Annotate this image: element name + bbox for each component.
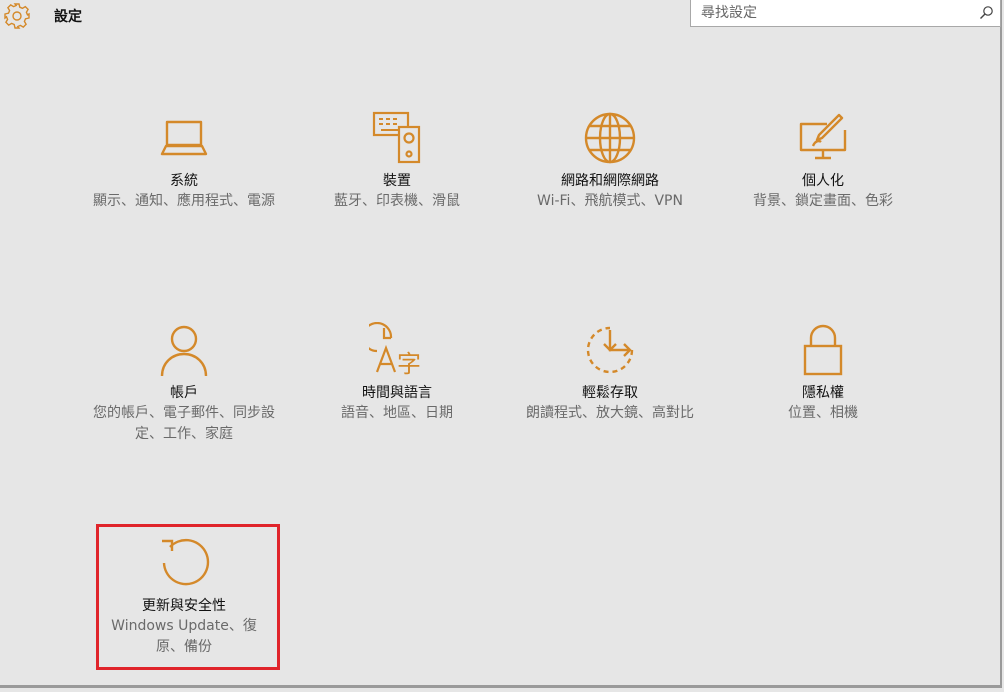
tile-title: 輕鬆存取 [582,385,638,401]
refresh-icon [162,538,210,586]
tile-title: 隱私權 [802,385,844,401]
lock-icon [803,324,843,376]
tile-description: 語音、地區、日期 [341,405,453,421]
tile-description: 您的帳戶、電子郵件、同步設定、工作、家庭 [93,405,275,442]
tile-privacy[interactable]: 隱私權 位置、相機 [723,322,923,424]
tile-title: 時間與語言 [362,385,432,401]
tile-devices[interactable]: 裝置 藍牙、印表機、滑鼠 [297,110,497,212]
tile-title: 個人化 [802,173,844,189]
ease-of-access-icon [586,326,634,374]
tile-system[interactable]: 系統 顯示、通知、應用程式、電源 [84,110,284,212]
app-title: 設定 [54,9,82,25]
search-input[interactable] [701,1,971,25]
person-icon [160,325,208,377]
laptop-icon [160,120,208,156]
tile-title: 帳戶 [170,385,198,401]
tile-description: 朗讀程式、放大鏡、高對比 [526,405,694,421]
tile-description: 背景、鎖定畫面、色彩 [753,193,893,209]
tile-network[interactable]: 網路和網際網路 Wi-Fi、飛航模式、VPN [510,110,710,212]
svg-text:字: 字 [397,350,421,378]
tile-accounts[interactable]: 帳戶 您的帳戶、電子郵件、同步設定、工作、家庭 [84,322,284,445]
tile-title: 網路和網際網路 [561,173,659,189]
tile-description: 顯示、通知、應用程式、電源 [93,193,275,209]
tile-title: 系統 [170,173,198,189]
tile-title: 裝置 [383,173,411,189]
search-box[interactable] [690,0,1001,27]
globe-icon [584,112,636,164]
tile-ease-of-access[interactable]: 輕鬆存取 朗讀程式、放大鏡、高對比 [510,322,710,424]
tile-description: Wi-Fi、飛航模式、VPN [537,193,683,209]
tile-update-security[interactable]: 更新與安全性 Windows Update、復原、備份 [84,535,284,658]
tile-title: 更新與安全性 [142,598,226,614]
gear-icon [4,3,30,29]
time-language-icon: 字 [369,322,421,378]
tile-personalization[interactable]: 個人化 背景、鎖定畫面、色彩 [723,110,923,212]
tile-description: 藍牙、印表機、滑鼠 [334,193,460,209]
search-icon[interactable] [979,5,994,20]
tile-description: Windows Update、復原、備份 [111,618,257,655]
paint-icon [799,113,847,160]
tile-time-language[interactable]: 字 時間與語言 語音、地區、日期 [297,322,497,424]
devices-icon [372,111,421,164]
tile-description: 位置、相機 [788,405,858,421]
